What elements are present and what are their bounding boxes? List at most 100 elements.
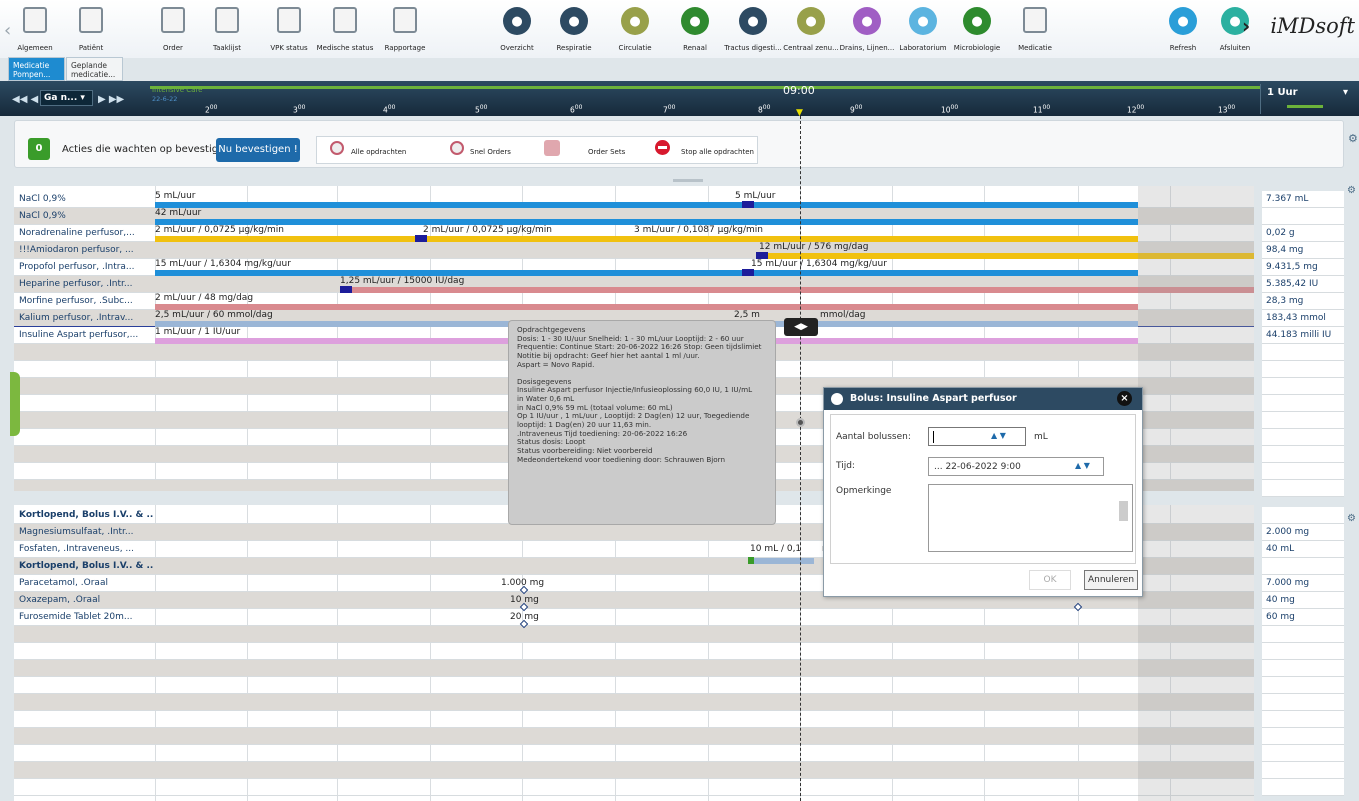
bolus-row[interactable] [14, 626, 1254, 643]
bolus-total: 40 mg [1262, 592, 1344, 609]
pump-total [1262, 480, 1344, 497]
quick-orders-button[interactable]: Snel Orders [470, 148, 511, 156]
brand-logo: iMDsoft [1270, 14, 1355, 38]
toolbar-label: Medicatie [1018, 44, 1052, 52]
cancel-button[interactable]: Annuleren [1084, 570, 1138, 590]
infusion-bar[interactable] [340, 287, 1254, 293]
goto-select[interactable]: Ga n... ▾ [40, 90, 93, 106]
bolus-row-label: Furosemide Tablet 20m... [19, 612, 133, 622]
share-icon: ● [853, 7, 881, 35]
hour-label: 700 [663, 104, 675, 115]
spinner-icon[interactable]: ▲ ▼ [1075, 461, 1090, 470]
medicatie-button[interactable]: Medicatie [1000, 2, 1070, 56]
pump-total: 5.385,42 IU [1262, 276, 1344, 293]
pump-total [1262, 446, 1344, 463]
infusion-bar[interactable] [754, 558, 814, 564]
pump-event-marker[interactable] [796, 418, 805, 427]
tab-geplande-medicatie[interactable]: Geplande medicatie... [66, 57, 123, 81]
side-panel-toggle[interactable] [10, 372, 20, 436]
tab-medicatie-pompen[interactable]: Medicatie Pompen... [8, 57, 65, 81]
tasklist-icon [215, 7, 239, 33]
pump-row-label: Noradrenaline perfusor,... [19, 228, 135, 238]
settings-gear-icon[interactable]: ⚙ [1348, 132, 1358, 145]
bolus-row[interactable] [14, 745, 1254, 762]
chevron-down-icon: ▾ [1342, 87, 1348, 98]
bolus-row[interactable] [14, 711, 1254, 728]
ok-button[interactable]: OK [1029, 570, 1071, 590]
tooltip-line: Aspart = Novo Rapid. [517, 359, 595, 369]
stop-all-orders-button[interactable]: Stop alle opdrachten [681, 148, 754, 156]
rate-label: 15 mL/uur / 1,6304 mg/kg/uur [155, 259, 291, 269]
rapportage-button[interactable]: Rapportage [370, 2, 440, 56]
close-icon[interactable]: × [1117, 391, 1132, 406]
infusion-bar[interactable] [155, 304, 1138, 310]
rate-label: 2,5 m [734, 310, 760, 320]
pump-total: 0,02 g [1262, 225, 1344, 242]
stomach-icon: ● [739, 7, 767, 35]
bolus-dialog: Bolus: Insuline Aspart perfusor × Aantal… [823, 387, 1143, 597]
infusion-bar[interactable] [155, 270, 1138, 276]
bolus-row-label: Fosfaten, .Intraveneus, ... [19, 544, 134, 554]
bolus-row[interactable] [14, 643, 1254, 660]
rate-label: 2 mL/uur / 0,0725 µg/kg/min [155, 225, 285, 235]
splitter-handle[interactable] [673, 179, 703, 182]
order-sets-button[interactable]: Order Sets [588, 148, 625, 156]
hospital-icon [23, 7, 47, 33]
patient-button[interactable]: Patiënt [56, 2, 126, 56]
hour-minutes: 00 [387, 104, 396, 111]
bolus-row[interactable]: Furosemide Tablet 20m... [14, 609, 1254, 626]
settings-gear-icon[interactable]: ⚙ [1347, 513, 1356, 524]
rate-change-marker[interactable] [415, 235, 427, 242]
infusion-bar[interactable] [155, 202, 1138, 208]
future-shade [1138, 505, 1254, 801]
bolus-row[interactable] [14, 660, 1254, 677]
pump-total: 183,43 mmol [1262, 310, 1344, 327]
pump-row-label: Morfine perfusor, .Subc... [19, 296, 133, 306]
nav-back-buttons[interactable]: ◀◀ ◀ [12, 94, 38, 105]
pending-count-badge: 0 [28, 138, 50, 160]
bolus-row[interactable] [14, 762, 1254, 779]
pump-total [1262, 208, 1344, 225]
all-orders-button[interactable]: Alle opdrachten [351, 148, 406, 156]
future-shade [1138, 186, 1254, 491]
bolus-row[interactable] [14, 779, 1254, 796]
pump-total [1262, 429, 1344, 446]
bolus-row[interactable] [14, 677, 1254, 694]
bolus-count-input[interactable]: ▲ ▼ [928, 427, 1026, 446]
goto-select-value: Ga n... [44, 93, 78, 103]
nav-forward-buttons[interactable]: ▶ ▶▶ [98, 94, 124, 105]
bolus-row[interactable] [14, 728, 1254, 745]
bolus-row-label: Magnesiumsulfaat, .Intr... [19, 527, 134, 537]
order-tooltip: Opdrachtgegevens Dosis: 1 - 30 IU/uur Sne… [508, 320, 776, 525]
remark-textarea[interactable] [928, 484, 1133, 552]
rate-change-marker[interactable] [340, 286, 352, 293]
time-drag-handle[interactable]: ◀▶ [784, 318, 818, 336]
bolus-row-label: Paracetamol, .Oraal [19, 578, 108, 588]
settings-gear-icon[interactable]: ⚙ [1347, 185, 1356, 196]
confirm-button[interactable]: Nu bevestigen ! [216, 138, 300, 162]
rate-change-marker[interactable] [756, 252, 768, 259]
hour-value: 10 [941, 105, 951, 115]
hour-label: 1300 [1218, 104, 1235, 115]
time-range-select[interactable]: 1 Uur ▾ [1260, 84, 1354, 114]
rate-label: 15 mL/uur / 1,6304 mg/kg/uur [751, 259, 887, 269]
pump-row-label: NaCl 0,9% [19, 211, 66, 221]
chevron-right-icon[interactable]: › [1242, 14, 1250, 38]
medical-status-icon [333, 7, 357, 33]
afsluiten-button[interactable]: ● Afsluiten [1200, 2, 1270, 56]
start-marker[interactable] [748, 557, 754, 564]
bolus-row[interactable] [14, 694, 1254, 711]
rate-change-marker[interactable] [742, 269, 754, 276]
spinner-icon[interactable]: ▲ ▼ [991, 431, 1006, 440]
time-input-value: ... 22-06-2022 9:00 [934, 462, 1021, 472]
rate-label: 5 mL/uur [735, 191, 776, 201]
hour-minutes: 00 [1042, 104, 1051, 111]
scrollbar[interactable] [1119, 501, 1128, 521]
hour-minutes: 00 [574, 104, 583, 111]
user-icon [831, 393, 843, 405]
rate-change-marker[interactable] [742, 201, 754, 208]
infusion-bar[interactable] [155, 236, 1138, 242]
zoom-slider[interactable] [1287, 105, 1323, 108]
main-toolbar: ‹ Algemeen Patiënt Order Taaklijst VPK statu… [0, 0, 1359, 58]
time-input[interactable]: ... 22-06-2022 9:00 ▲ ▼ [928, 457, 1104, 476]
